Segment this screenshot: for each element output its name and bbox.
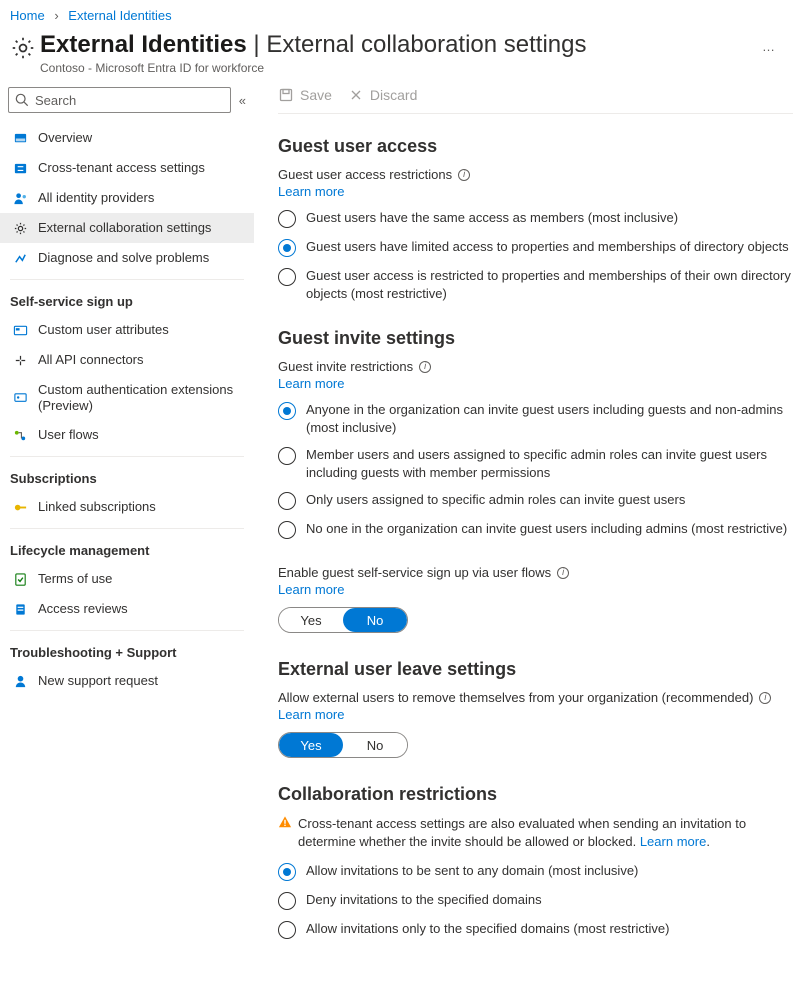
gis-selfservice-label: Enable guest self-service sign up via us… <box>278 565 793 580</box>
cr-option-1[interactable]: Deny invitations to the specified domain… <box>278 891 793 910</box>
gear-icon <box>12 220 28 236</box>
gis-selfservice-toggle[interactable]: Yes No <box>278 607 408 633</box>
nav-external-collaboration[interactable]: External collaboration settings <box>0 213 254 243</box>
page-title: External Identities | External collabora… <box>40 31 587 59</box>
info-icon[interactable]: i <box>557 567 569 579</box>
search-input[interactable]: Search <box>8 87 231 113</box>
toggle-no[interactable]: No <box>343 733 407 757</box>
gis-option-2[interactable]: Only users assigned to specific admin ro… <box>278 491 793 510</box>
diagnose-icon <box>12 250 28 266</box>
globe-icon <box>12 130 28 146</box>
people-icon <box>12 190 28 206</box>
save-icon <box>278 87 294 103</box>
gua-option-0[interactable]: Guest users have the same access as memb… <box>278 209 793 228</box>
collab-learn-more[interactable]: Learn more <box>640 834 706 849</box>
euls-toggle[interactable]: Yes No <box>278 732 408 758</box>
euls-learn-more[interactable]: Learn more <box>278 707 793 722</box>
section-guest-user-access-title: Guest user access <box>278 136 793 157</box>
cr-option-0[interactable]: Allow invitations to be sent to any doma… <box>278 862 793 881</box>
support-icon <box>12 673 28 689</box>
main-content: Save Discard Guest user access Guest use… <box>254 81 793 977</box>
gua-restrictions-label: Guest user access restrictions i <box>278 167 793 182</box>
nav-header-troubleshooting: Troubleshooting + Support <box>0 637 254 666</box>
radio-icon <box>278 892 296 910</box>
id-card-icon <box>12 322 28 338</box>
section-leave-title: External user leave settings <box>278 659 793 680</box>
radio-icon <box>278 492 296 510</box>
cr-radio-group: Allow invitations to be sent to any doma… <box>278 862 793 939</box>
search-placeholder: Search <box>35 93 76 108</box>
radio-icon <box>278 268 296 286</box>
breadcrumb-home[interactable]: Home <box>10 8 45 23</box>
discard-button[interactable]: Discard <box>348 87 417 103</box>
info-icon[interactable]: i <box>458 169 470 181</box>
gis-option-1[interactable]: Member users and users assigned to speci… <box>278 446 793 481</box>
breadcrumb-separator: › <box>54 8 58 23</box>
tenant-label: Contoso - Microsoft Entra ID for workfor… <box>40 61 587 75</box>
clipboard-icon <box>12 601 28 617</box>
toggle-yes[interactable]: Yes <box>279 733 343 757</box>
toggle-yes[interactable]: Yes <box>279 608 343 632</box>
more-actions-button[interactable]: … <box>762 31 783 54</box>
breadcrumb-external-identities[interactable]: External Identities <box>68 8 171 23</box>
gis-option-3[interactable]: No one in the organization can invite gu… <box>278 520 793 539</box>
nav-cross-tenant[interactable]: Cross-tenant access settings <box>0 153 254 183</box>
gear-icon <box>6 31 40 61</box>
save-button[interactable]: Save <box>278 87 332 103</box>
nav-header-subscriptions: Subscriptions <box>0 463 254 492</box>
discard-icon <box>348 87 364 103</box>
section-collab-title: Collaboration restrictions <box>278 784 793 805</box>
sidebar-collapse-button[interactable]: « <box>239 93 246 108</box>
radio-icon <box>278 447 296 465</box>
breadcrumb: Home › External Identities <box>0 0 793 27</box>
radio-icon <box>278 239 296 257</box>
gis-option-0[interactable]: Anyone in the organization can invite gu… <box>278 401 793 436</box>
nav-header-lifecycle: Lifecycle management <box>0 535 254 564</box>
section-guest-invite-title: Guest invite settings <box>278 328 793 349</box>
gis-radio-group: Anyone in the organization can invite gu… <box>278 401 793 539</box>
gis-selfservice-learn-more[interactable]: Learn more <box>278 582 793 597</box>
nav-terms-of-use[interactable]: Terms of use <box>0 564 254 594</box>
nav-header-self-service: Self-service sign up <box>0 286 254 315</box>
sidebar: Search « Overview Cross-tenant access se… <box>0 81 254 977</box>
nav-user-flows[interactable]: User flows <box>0 420 254 450</box>
toggle-no[interactable]: No <box>343 608 407 632</box>
nav-overview[interactable]: Overview <box>0 123 254 153</box>
nav-api-connectors[interactable]: All API connectors <box>0 345 254 375</box>
radio-icon <box>278 863 296 881</box>
radio-icon <box>278 521 296 539</box>
nav-custom-attributes[interactable]: Custom user attributes <box>0 315 254 345</box>
radio-icon <box>278 921 296 939</box>
radio-icon <box>278 210 296 228</box>
gua-learn-more[interactable]: Learn more <box>278 184 793 199</box>
nav-access-reviews[interactable]: Access reviews <box>0 594 254 624</box>
key-icon <box>12 499 28 515</box>
nav-new-support-request[interactable]: New support request <box>0 666 254 696</box>
info-icon[interactable]: i <box>419 361 431 373</box>
nav-auth-extensions[interactable]: Custom authentication extensions (Previe… <box>0 375 254 420</box>
gua-option-1[interactable]: Guest users have limited access to prope… <box>278 238 793 257</box>
flow-icon <box>12 427 28 443</box>
nav-diagnose[interactable]: Diagnose and solve problems <box>0 243 254 273</box>
collab-warning: Cross-tenant access settings are also ev… <box>278 815 793 850</box>
check-doc-icon <box>12 571 28 587</box>
gua-option-2[interactable]: Guest user access is restricted to prope… <box>278 267 793 302</box>
info-icon[interactable]: i <box>759 692 771 704</box>
connector-icon <box>12 352 28 368</box>
gis-restrictions-label: Guest invite restrictions i <box>278 359 793 374</box>
radio-icon <box>278 402 296 420</box>
nav-identity-providers[interactable]: All identity providers <box>0 183 254 213</box>
cr-option-2[interactable]: Allow invitations only to the specified … <box>278 920 793 939</box>
euls-label: Allow external users to remove themselve… <box>278 690 793 705</box>
warning-icon <box>278 815 292 834</box>
search-icon <box>15 93 29 107</box>
gis-learn-more[interactable]: Learn more <box>278 376 793 391</box>
settings-arrows-icon <box>12 160 28 176</box>
nav-linked-subscriptions[interactable]: Linked subscriptions <box>0 492 254 522</box>
gua-radio-group: Guest users have the same access as memb… <box>278 209 793 302</box>
extension-icon <box>12 390 28 406</box>
